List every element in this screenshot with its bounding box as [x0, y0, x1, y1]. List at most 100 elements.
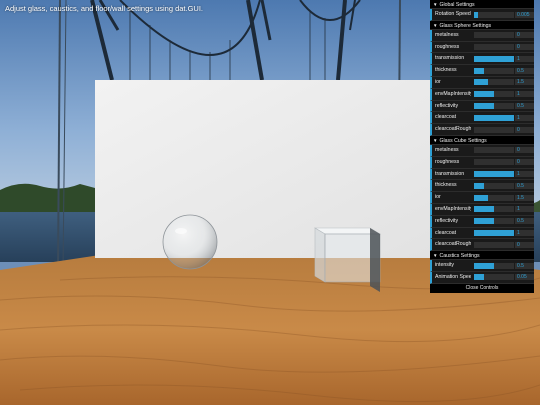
slider-label: Rotation Speed [435, 11, 471, 17]
slider-track[interactable] [474, 218, 514, 225]
slider-track[interactable] [474, 230, 514, 237]
slider-fill [474, 206, 494, 213]
slider-track[interactable] [474, 262, 514, 269]
number-input[interactable]: 0 [515, 32, 534, 39]
slider-track[interactable] [474, 103, 514, 110]
slider-label: transmission [435, 55, 465, 62]
slider-fill [474, 103, 494, 110]
slider-row[interactable]: Rotation Speed 0.005 [430, 9, 534, 21]
slider-label: clearcoatRough... [435, 126, 471, 133]
number-input[interactable]: 1 [515, 55, 534, 62]
number-input[interactable]: 1 [515, 206, 534, 213]
slider-label: envMapIntensity [435, 90, 471, 97]
slider-label: thickness [435, 182, 457, 189]
slider-row[interactable]: transmission 1 [430, 53, 534, 66]
number-input[interactable]: 0.5 [515, 218, 534, 225]
number-input[interactable]: 0.5 [515, 182, 534, 189]
slider-row[interactable]: clearcoat 1 [430, 227, 534, 240]
slider-label: metalness [435, 146, 459, 153]
slider-row[interactable]: envMapIntensity 1 [430, 88, 534, 101]
number-input[interactable]: 0.5 [515, 103, 534, 110]
folder-title-caustics[interactable]: ▼ Caustics Settings [430, 251, 534, 261]
slider-track[interactable] [474, 79, 514, 86]
slider-track[interactable] [474, 11, 514, 18]
number-input[interactable]: 1 [515, 91, 534, 98]
slider-row[interactable]: roughness 0 [430, 41, 534, 54]
number-input[interactable]: 1 [515, 114, 534, 121]
number-input[interactable]: 0 [515, 147, 534, 154]
folder-title-label: Glass Sphere Settings [439, 22, 492, 29]
number-input[interactable]: 0 [515, 159, 534, 166]
slider-track[interactable] [474, 171, 514, 178]
number-input[interactable]: 0.005 [515, 11, 534, 18]
folder-title-sphere[interactable]: ▼ Glass Sphere Settings [430, 20, 534, 30]
number-input[interactable]: 1 [515, 171, 534, 178]
slider-row[interactable]: reflectivity 0.5 [430, 215, 534, 228]
slider-label: clearcoat [435, 114, 457, 121]
slider-row[interactable]: thickness 0.5 [430, 65, 534, 77]
folder-title-label: Glass Cube Settings [439, 137, 487, 144]
folder-title-global[interactable]: ▼ Global Settings [430, 0, 534, 9]
slider-label: envMapIntensity [435, 205, 471, 212]
slider-row[interactable]: thickness 0.5 [430, 180, 534, 193]
slider-track[interactable] [474, 114, 514, 121]
dat-gui-panel[interactable]: ▼ Global Settings Rotation Speed 0.005 ▼ Gl… [430, 0, 534, 293]
slider-fill [474, 194, 488, 201]
slider-track[interactable] [474, 194, 514, 201]
triangle-down-icon: ▼ [433, 2, 438, 7]
folder-title-cube[interactable]: ▼ Glass Cube Settings [430, 135, 534, 145]
triangle-down-icon: ▼ [433, 22, 438, 28]
number-input[interactable]: 1.5 [515, 79, 534, 86]
number-input[interactable]: 1.5 [515, 194, 534, 201]
number-input[interactable]: 0.5 [515, 262, 534, 269]
slider-track[interactable] [474, 91, 514, 98]
close-controls-button[interactable]: Close Controls [430, 283, 534, 293]
tree-line [0, 183, 95, 214]
slider-label: roughness [435, 43, 460, 50]
folder-glass-cube-settings: ▼ Glass Cube Settings metalness 0 roughness… [430, 135, 534, 252]
slider-row[interactable]: transmission 1 [430, 168, 534, 181]
slider-row[interactable]: clearcoatRough... 0 [430, 239, 534, 252]
number-input[interactable]: 0 [515, 44, 534, 51]
slider-row[interactable]: metalness 0 [430, 29, 534, 42]
slider-label: transmission [435, 170, 465, 177]
number-input[interactable]: 0.5 [515, 67, 534, 74]
slider-row[interactable]: ior 1.5 [430, 192, 534, 204]
slider-row[interactable]: clearcoat 1 [430, 112, 534, 125]
slider-track[interactable] [474, 32, 514, 39]
slider-label: ior [435, 78, 441, 85]
slider-label: clearcoatRough... [435, 241, 471, 248]
slider-label: clearcoat [435, 229, 457, 236]
slider-track[interactable] [474, 147, 514, 154]
number-input[interactable]: 0 [515, 241, 534, 248]
folder-title-label: Caustics Settings [439, 253, 480, 260]
slider-track[interactable] [474, 274, 514, 281]
slider-track[interactable] [474, 55, 514, 62]
slider-fill [474, 218, 494, 225]
triangle-down-icon: ▼ [433, 253, 438, 259]
sphere-highlight [175, 228, 187, 234]
number-input[interactable]: 0 [515, 126, 534, 133]
slider-row[interactable]: Animation Speed 0.05 [430, 271, 534, 284]
slider-fill [474, 79, 488, 86]
slider-track[interactable] [474, 182, 514, 189]
slider-row[interactable]: metalness 0 [430, 144, 534, 157]
slider-label: thickness [435, 67, 457, 74]
slider-row[interactable]: intensity 0.5 [430, 260, 534, 272]
slider-row[interactable]: ior 1.5 [430, 76, 534, 89]
slider-row[interactable]: roughness 0 [430, 156, 534, 169]
slider-fill [474, 11, 478, 18]
folder-caustics-settings: ▼ Caustics Settings intensity 0.5 Animation… [430, 251, 534, 284]
slider-row[interactable]: reflectivity 0.5 [430, 100, 534, 113]
slider-track[interactable] [474, 44, 514, 51]
slider-track[interactable] [474, 241, 514, 248]
number-input[interactable]: 1 [515, 230, 534, 237]
slider-track[interactable] [474, 67, 514, 74]
folder-glass-sphere-settings: ▼ Glass Sphere Settings metalness 0 roughne… [430, 20, 534, 136]
slider-row[interactable]: envMapIntensity 1 [430, 203, 534, 216]
slider-track[interactable] [474, 126, 514, 133]
slider-track[interactable] [474, 206, 514, 213]
slider-row[interactable]: clearcoatRough... 0 [430, 124, 534, 136]
slider-track[interactable] [474, 159, 514, 166]
number-input[interactable]: 0.05 [515, 274, 534, 281]
